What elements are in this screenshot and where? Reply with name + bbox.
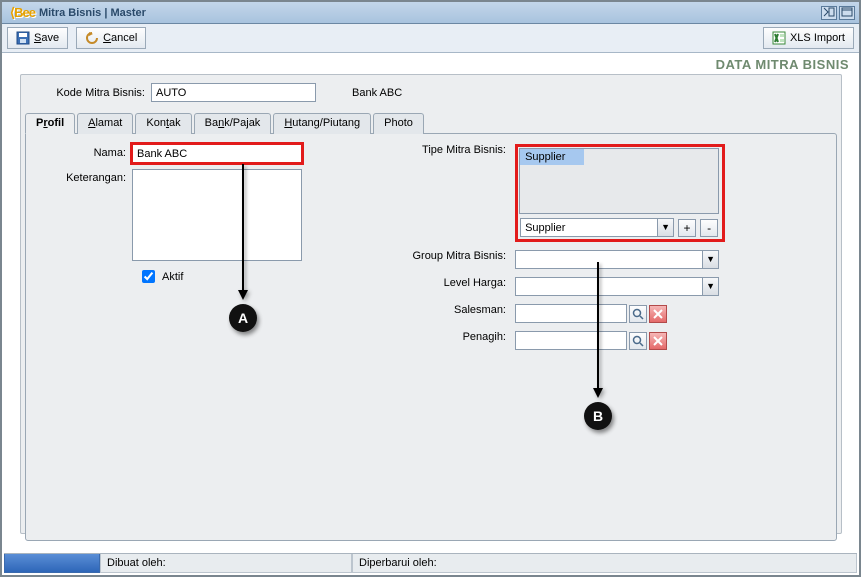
penagih-search-button[interactable]	[629, 332, 647, 350]
chevron-down-icon: ▼	[657, 219, 673, 236]
title-bar: ⟨Bee Mitra Bisnis | Master	[2, 2, 859, 24]
nama-input[interactable]	[132, 144, 302, 163]
window-title: Mitra Bisnis | Master	[39, 7, 146, 19]
section-title: DATA MITRA BISNIS	[2, 53, 859, 74]
close-icon	[653, 336, 663, 346]
entity-name-display: Bank ABC	[352, 87, 402, 99]
tab-body: Nama: Keterangan: Aktif Tipe Mitra Bisni…	[25, 133, 837, 541]
annotation-arrow-a	[242, 164, 244, 292]
salesman-label: Salesman:	[404, 304, 512, 316]
cancel-button[interactable]: Cancel	[76, 27, 146, 49]
aktif-checkbox[interactable]	[142, 270, 155, 283]
callout-b: B	[584, 402, 612, 430]
minimize-window-icon[interactable]	[821, 6, 837, 20]
close-icon	[653, 309, 663, 319]
group-combo[interactable]: ▼	[515, 250, 719, 269]
kode-label: Kode Mitra Bisnis:	[33, 87, 145, 99]
tipe-combo-value: Supplier	[525, 222, 565, 234]
search-icon	[632, 335, 644, 347]
tab-hutang-piutang[interactable]: Hutang/Piutang	[273, 113, 371, 134]
salesman-clear-button[interactable]	[649, 305, 667, 323]
status-created-by: Dibuat oleh:	[100, 554, 352, 573]
tab-strip: Profil Alamat Kontak Bank/Pajak Hutang/P…	[25, 112, 837, 133]
status-progress	[4, 554, 100, 573]
salesman-input[interactable]	[515, 304, 627, 323]
maximize-window-icon[interactable]	[839, 6, 855, 20]
tab-bank-pajak[interactable]: Bank/Pajak	[194, 113, 272, 134]
chevron-down-icon: ▼	[702, 251, 718, 268]
annotation-arrow-b	[597, 262, 599, 390]
group-label: Group Mitra Bisnis:	[404, 250, 512, 262]
penagih-input[interactable]	[515, 331, 627, 350]
kode-input[interactable]	[151, 83, 316, 102]
tab-photo[interactable]: Photo	[373, 113, 424, 134]
xls-icon	[772, 31, 786, 45]
callout-a: A	[229, 304, 257, 332]
search-icon	[632, 308, 644, 320]
annotation-arrowhead-b	[593, 388, 603, 398]
aktif-label: Aktif	[162, 271, 183, 283]
tab-profil[interactable]: Profil	[25, 113, 75, 134]
tipe-list-item[interactable]: Supplier	[520, 149, 584, 165]
save-button[interactable]: Save	[7, 27, 68, 49]
level-label: Level Harga:	[404, 277, 512, 289]
nama-label: Nama:	[36, 144, 132, 159]
form-panel: Kode Mitra Bisnis: Bank ABC Profil Alama…	[20, 74, 842, 534]
tipe-add-button[interactable]: +	[678, 219, 696, 237]
keterangan-label: Keterangan:	[36, 169, 132, 184]
keterangan-textarea[interactable]	[132, 169, 302, 261]
tipe-combo[interactable]: Supplier ▼	[520, 218, 674, 237]
penagih-label: Penagih:	[404, 331, 512, 343]
status-bar: Dibuat oleh: Diperbarui oleh:	[4, 553, 857, 573]
chevron-down-icon: ▼	[702, 278, 718, 295]
save-icon	[16, 31, 30, 45]
undo-icon	[85, 31, 99, 45]
salesman-search-button[interactable]	[629, 305, 647, 323]
app-logo: ⟨Bee	[6, 5, 39, 21]
level-combo[interactable]: ▼	[515, 277, 719, 296]
tab-kontak[interactable]: Kontak	[135, 113, 191, 134]
tipe-group-highlight: Supplier Supplier ▼ + -	[515, 144, 725, 242]
tipe-listbox[interactable]: Supplier	[519, 148, 719, 214]
annotation-arrowhead-a	[238, 290, 248, 300]
penagih-clear-button[interactable]	[649, 332, 667, 350]
xls-import-button[interactable]: XLS Import	[763, 27, 854, 49]
tipe-remove-button[interactable]: -	[700, 219, 718, 237]
toolbar: Save Cancel XLS Import	[2, 24, 859, 53]
tipe-label: Tipe Mitra Bisnis:	[404, 144, 512, 156]
tab-alamat[interactable]: Alamat	[77, 113, 133, 134]
status-updated-by: Diperbarui oleh:	[352, 554, 857, 573]
xls-import-label: XLS Import	[790, 32, 845, 44]
